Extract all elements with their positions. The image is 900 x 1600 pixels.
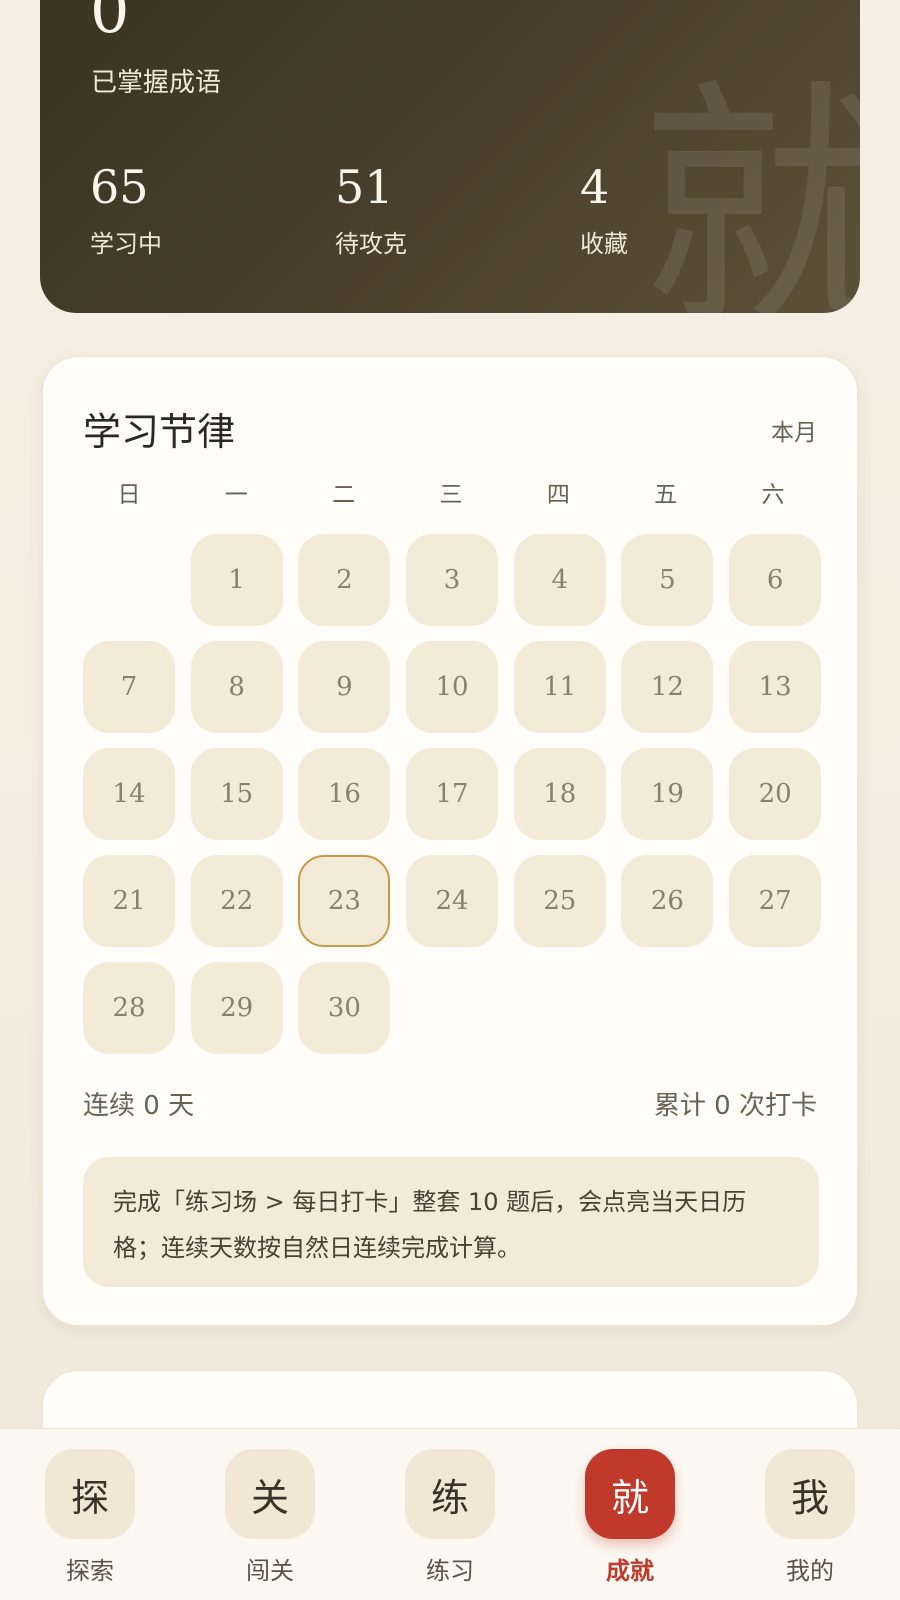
weekday-label: 五 [654,482,678,508]
stat-favorites-label: 收藏 [580,230,628,258]
calendar-day[interactable]: 21 [83,855,175,947]
tab-achievements[interactable]: 就成就 [584,1429,676,1600]
tab-challenge-icon: 关 [225,1449,315,1539]
stat-favorites: 4 收藏 [580,164,628,259]
calendar-day[interactable]: 12 [621,641,714,733]
tab-profile-label: 我的 [786,1557,834,1585]
calendar-day[interactable]: 16 [298,748,391,840]
stats-summary-card: 就 0 已掌握成语 65 学习中 51 待攻克 4 收藏 [40,0,860,313]
calendar-day[interactable]: 15 [190,748,283,840]
calendar-day[interactable]: 22 [190,855,283,947]
calendar-day[interactable]: 30 [298,962,391,1054]
calendar-grid: 1 2 3 4 5 6 7 8 9 10 11 12 13 14 15 16 17 18 19 20 21 22 23 24 2… [83,534,822,1054]
weekday-label: 六 [761,482,785,508]
tab-challenge-label: 闯关 [246,1557,294,1585]
tab-challenge[interactable]: 关闯关 [224,1429,316,1600]
bottom-tab-bar: 探探索关闯关练练习就成就我我的 [0,1428,900,1600]
tab-practice[interactable]: 练练习 [404,1429,496,1600]
stat-learning-label: 学习中 [90,230,162,258]
calendar-day[interactable]: 4 [513,534,606,626]
calendar-day[interactable]: 11 [513,641,606,733]
calendar-day[interactable]: 3 [406,534,499,626]
calendar-empty-cell [83,534,175,626]
calendar-day[interactable]: 24 [406,855,499,947]
learning-rhythm-card: 学习节律 本月 日一二三四五六 1 2 3 4 5 6 7 8 9 10 11 12 13 14 15 16 1… [42,356,858,1326]
stat-learning-value: 65 [90,160,149,214]
calendar-day[interactable]: 29 [190,962,283,1054]
stat-pending: 51 待攻克 [335,164,407,259]
calendar-day[interactable]: 27 [729,855,822,947]
stat-learning: 65 学习中 [90,164,162,259]
tab-explore-icon: 探 [45,1449,135,1539]
mastered-label: 已掌握成语 [91,68,222,98]
mastered-count: 0 [90,0,130,47]
calendar-day[interactable]: 20 [729,748,822,840]
weekday-label: 四 [546,482,570,508]
tab-practice-icon: 练 [405,1449,495,1539]
tab-explore[interactable]: 探探索 [44,1429,136,1600]
calendar-day[interactable]: 2 [298,534,391,626]
tab-profile-icon: 我 [765,1449,855,1539]
total-checkins-text: 累计 0 次打卡 [653,1091,817,1121]
calendar-day[interactable]: 10 [406,641,499,733]
calendar-day[interactable]: 9 [298,641,391,733]
calendar-day[interactable]: 26 [621,855,714,947]
range-selector[interactable]: 本月 [771,413,817,447]
watermark-glyph: 就 [640,59,860,313]
calendar-day[interactable]: 25 [513,855,606,947]
calendar-day[interactable]: 1 [190,534,283,626]
weekday-header: 日一二三四五六 [83,475,819,511]
calendar-day[interactable]: 19 [621,748,714,840]
weekday-label: 三 [439,482,463,508]
calendar-day[interactable]: 13 [729,641,822,733]
tab-achievements-icon: 就 [585,1449,675,1539]
calendar-day[interactable]: 14 [83,748,175,840]
calendar-day[interactable]: 18 [513,748,606,840]
calendar-day[interactable]: 8 [190,641,283,733]
stat-pending-value: 51 [335,160,394,214]
tab-profile[interactable]: 我我的 [764,1429,856,1600]
stat-pending-label: 待攻克 [335,230,407,258]
weekday-label: 一 [224,482,248,508]
calendar-day[interactable]: 6 [729,534,822,626]
weekday-label: 日 [117,482,141,508]
calendar-day[interactable]: 28 [83,962,175,1054]
calendar-day-today[interactable]: 23 [298,855,391,947]
card-title: 学习节律 [83,410,236,454]
tab-explore-label: 探索 [66,1557,114,1585]
tab-achievements-label: 成就 [606,1557,654,1585]
calendar-day[interactable]: 17 [406,748,499,840]
tab-practice-label: 练习 [426,1557,474,1585]
calendar-day[interactable]: 5 [621,534,714,626]
weekday-label: 二 [332,482,356,508]
info-note: 完成「练习场 > 每日打卡」整套 10 题后，会点亮当天日历格；连续天数按自然日… [83,1157,819,1287]
calendar-day[interactable]: 7 [83,641,175,733]
streak-text: 连续 0 天 [83,1091,195,1121]
stat-favorites-value: 4 [580,160,610,214]
